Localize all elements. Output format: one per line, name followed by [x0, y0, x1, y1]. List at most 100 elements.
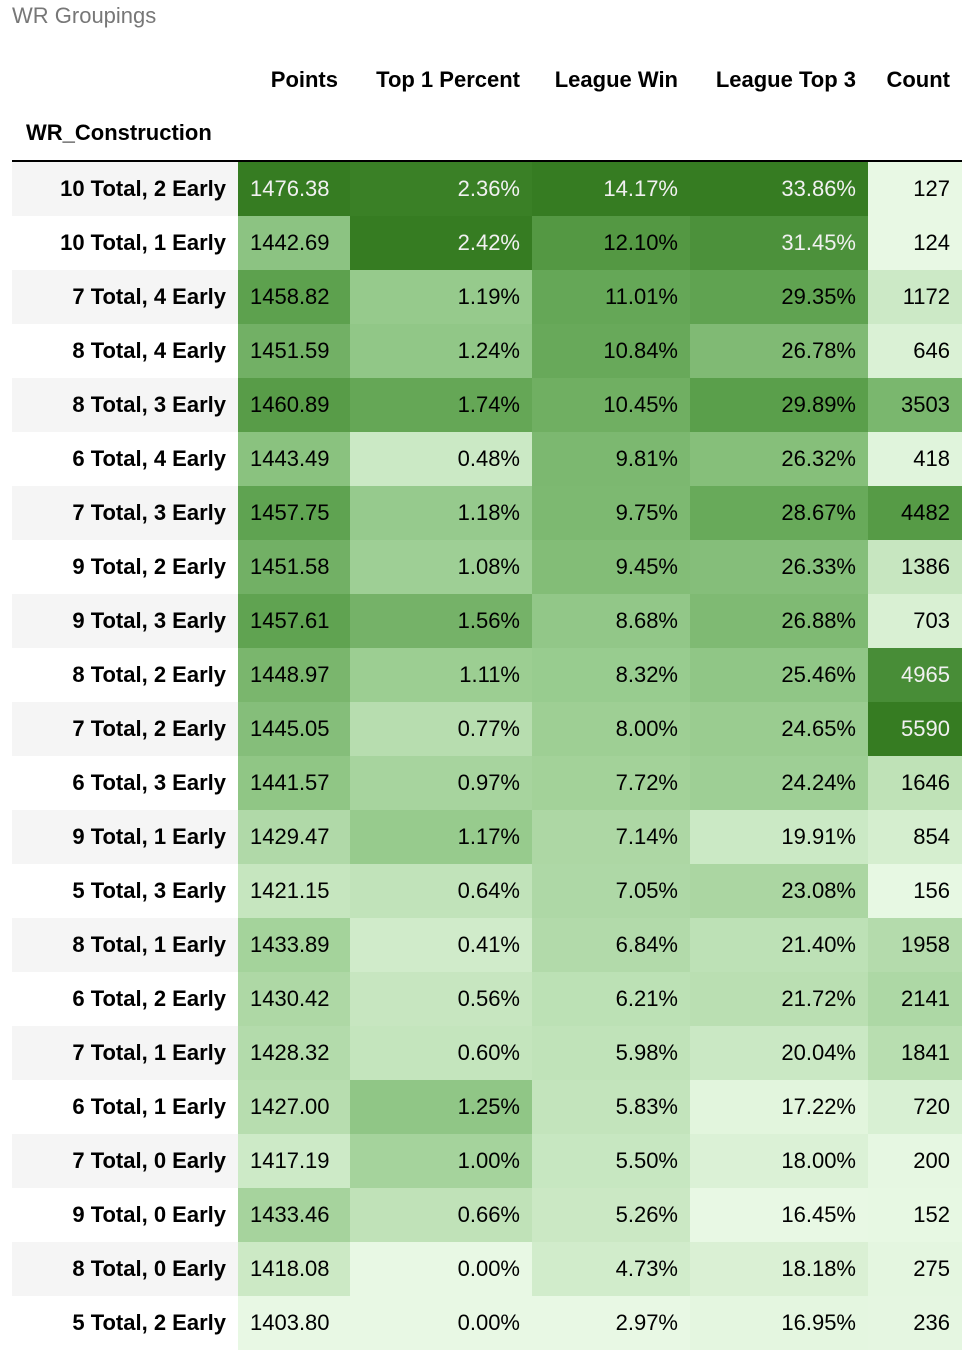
cell-win: 6.21% [532, 972, 690, 1026]
cell-win: 9.81% [532, 432, 690, 486]
table-row: 7 Total, 3 Early 1457.75 1.18% 9.75% 28.67% 4… [12, 486, 962, 540]
cell-top3: 17.22% [690, 1080, 868, 1134]
cell-win: 10.45% [532, 378, 690, 432]
row-label: 5 Total, 3 Early [12, 864, 238, 918]
cell-points: 1433.46 [238, 1188, 350, 1242]
cell-win: 4.73% [532, 1242, 690, 1296]
cell-points: 1451.59 [238, 324, 350, 378]
cell-top1: 0.97% [350, 756, 532, 810]
blank-cell [532, 106, 690, 161]
cell-points: 1417.19 [238, 1134, 350, 1188]
table-row: 9 Total, 2 Early 1451.58 1.08% 9.45% 26.33% 1… [12, 540, 962, 594]
cell-points: 1429.47 [238, 810, 350, 864]
table-row: 5 Total, 2 Early 1403.80 0.00% 2.97% 16.95% 2… [12, 1296, 962, 1350]
cell-top3: 28.67% [690, 486, 868, 540]
blank-cell [868, 106, 962, 161]
table-row: 7 Total, 1 Early 1428.32 0.60% 5.98% 20.04% 1… [12, 1026, 962, 1080]
cell-win: 5.98% [532, 1026, 690, 1080]
cell-top3: 29.35% [690, 270, 868, 324]
column-header-row: Points Top 1 Percent League Win League T… [12, 54, 962, 106]
cell-top1: 1.19% [350, 270, 532, 324]
row-label: 8 Total, 0 Early [12, 1242, 238, 1296]
cell-top1: 2.36% [350, 161, 532, 216]
table-row: 6 Total, 1 Early 1427.00 1.25% 5.83% 17.22% 7… [12, 1080, 962, 1134]
cell-points: 1428.32 [238, 1026, 350, 1080]
table-caption: WR Groupings [12, 3, 157, 28]
cell-count: 1172 [868, 270, 962, 324]
row-label: 10 Total, 2 Early [12, 161, 238, 216]
cell-top1: 0.00% [350, 1242, 532, 1296]
cell-points: 1476.38 [238, 161, 350, 216]
blank-header [12, 54, 238, 106]
cell-top3: 21.40% [690, 918, 868, 972]
cell-top1: 1.56% [350, 594, 532, 648]
cell-win: 5.26% [532, 1188, 690, 1242]
cell-win: 9.75% [532, 486, 690, 540]
row-label: 7 Total, 1 Early [12, 1026, 238, 1080]
table-row: 8 Total, 3 Early 1460.89 1.74% 10.45% 29.89%… [12, 378, 962, 432]
cell-win: 2.97% [532, 1296, 690, 1350]
cell-win: 8.32% [532, 648, 690, 702]
row-label: 8 Total, 2 Early [12, 648, 238, 702]
cell-count: 124 [868, 216, 962, 270]
row-label: 5 Total, 2 Early [12, 1296, 238, 1350]
cell-count: 1958 [868, 918, 962, 972]
cell-top1: 2.42% [350, 216, 532, 270]
cell-points: 1418.08 [238, 1242, 350, 1296]
cell-top1: 0.56% [350, 972, 532, 1026]
cell-points: 1421.15 [238, 864, 350, 918]
cell-points: 1442.69 [238, 216, 350, 270]
row-label: 6 Total, 4 Early [12, 432, 238, 486]
cell-top3: 16.45% [690, 1188, 868, 1242]
cell-count: 127 [868, 161, 962, 216]
cell-win: 11.01% [532, 270, 690, 324]
cell-win: 5.83% [532, 1080, 690, 1134]
cell-top1: 0.66% [350, 1188, 532, 1242]
table-row: 6 Total, 4 Early 1443.49 0.48% 9.81% 26.32% 4… [12, 432, 962, 486]
column-header-league-top3: League Top 3 [715, 67, 856, 92]
table-row: 7 Total, 2 Early 1445.05 0.77% 8.00% 24.65% 5… [12, 702, 962, 756]
table-row: 6 Total, 3 Early 1441.57 0.97% 7.72% 24.24% 1… [12, 756, 962, 810]
cell-top1: 0.64% [350, 864, 532, 918]
cell-points: 1457.75 [238, 486, 350, 540]
cell-points: 1448.97 [238, 648, 350, 702]
cell-points: 1427.00 [238, 1080, 350, 1134]
cell-top1: 0.00% [350, 1296, 532, 1350]
row-label: 9 Total, 3 Early [12, 594, 238, 648]
table-row: 6 Total, 2 Early 1430.42 0.56% 6.21% 21.72% 2… [12, 972, 962, 1026]
cell-points: 1460.89 [238, 378, 350, 432]
cell-top1: 1.24% [350, 324, 532, 378]
cell-top1: 1.18% [350, 486, 532, 540]
cell-points: 1451.58 [238, 540, 350, 594]
cell-top1: 1.25% [350, 1080, 532, 1134]
table-row: 8 Total, 1 Early 1433.89 0.41% 6.84% 21.40% 1… [12, 918, 962, 972]
cell-count: 1841 [868, 1026, 962, 1080]
cell-points: 1443.49 [238, 432, 350, 486]
cell-top3: 24.24% [690, 756, 868, 810]
cell-top3: 26.33% [690, 540, 868, 594]
cell-top3: 20.04% [690, 1026, 868, 1080]
cell-top1: 0.41% [350, 918, 532, 972]
column-header-points: Points [270, 67, 338, 92]
cell-points: 1457.61 [238, 594, 350, 648]
row-label: 8 Total, 3 Early [12, 378, 238, 432]
cell-win: 8.00% [532, 702, 690, 756]
blank-cell [690, 106, 868, 161]
cell-points: 1430.42 [238, 972, 350, 1026]
column-header-top1: Top 1 Percent [376, 67, 520, 92]
cell-count: 703 [868, 594, 962, 648]
table-row: 8 Total, 0 Early 1418.08 0.00% 4.73% 18.18% 2… [12, 1242, 962, 1296]
cell-top1: 0.77% [350, 702, 532, 756]
cell-points: 1458.82 [238, 270, 350, 324]
column-header-count: Count [886, 67, 950, 92]
cell-count: 854 [868, 810, 962, 864]
column-header-league-win: League Win [554, 67, 678, 92]
cell-top3: 23.08% [690, 864, 868, 918]
cell-top3: 19.91% [690, 810, 868, 864]
cell-count: 4965 [868, 648, 962, 702]
table-row: 9 Total, 1 Early 1429.47 1.17% 7.14% 19.91% 8… [12, 810, 962, 864]
table-body: 10 Total, 2 Early 1476.38 2.36% 14.17% 33.86… [12, 161, 962, 1350]
cell-count: 3503 [868, 378, 962, 432]
table-row: 10 Total, 2 Early 1476.38 2.36% 14.17% 33.86… [12, 161, 962, 216]
table-row: 8 Total, 2 Early 1448.97 1.11% 8.32% 25.46% 4… [12, 648, 962, 702]
